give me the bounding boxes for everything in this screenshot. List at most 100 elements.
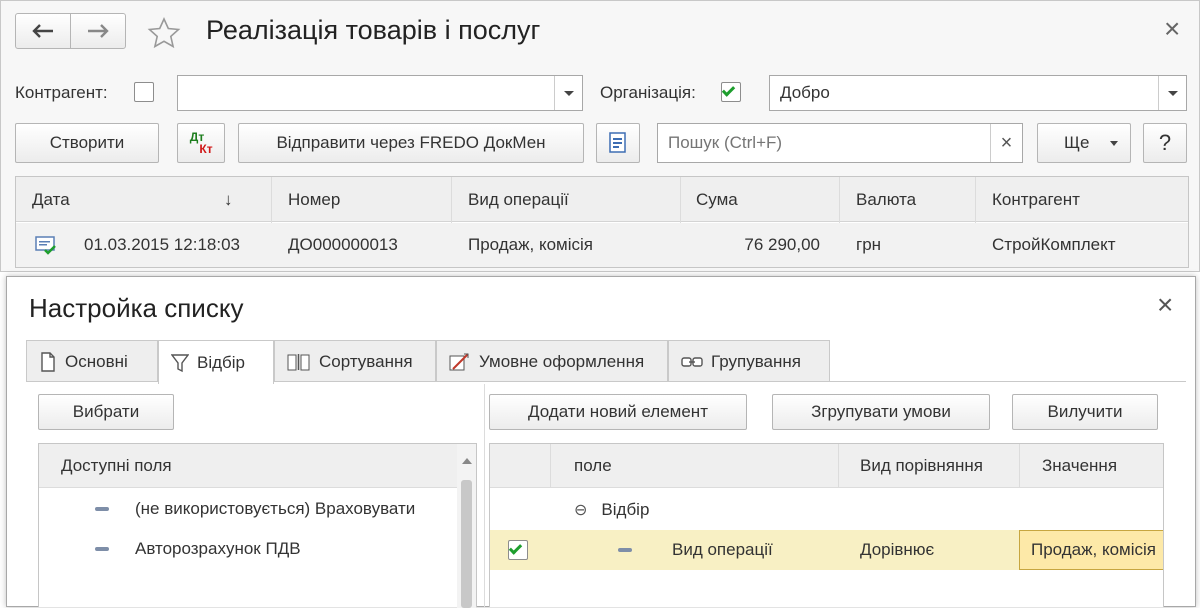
row-date: 01.03.2015 12:18:03 xyxy=(84,235,240,254)
help-button[interactable]: ? xyxy=(1143,123,1187,163)
organization-checkbox[interactable] xyxy=(721,82,741,102)
scroll-up-icon[interactable] xyxy=(462,458,472,464)
brush-icon xyxy=(449,352,469,370)
available-fields-title: Доступні поля xyxy=(61,456,172,475)
pane-splitter[interactable] xyxy=(484,384,485,607)
filter-group-row[interactable]: ⊖ Відбір xyxy=(574,490,649,530)
add-element-button[interactable]: Додати новий елемент xyxy=(489,394,747,430)
table-header: Дата ↓ Номер Вид операції Сума Валюта Ко… xyxy=(16,177,1188,222)
chevron-down-icon xyxy=(1110,141,1118,146)
condition-comparison[interactable]: Дорівнює xyxy=(860,530,934,570)
tab-sort[interactable]: Сортування xyxy=(274,340,436,382)
row-counterparty: СтройКомплект xyxy=(992,235,1116,254)
list-item[interactable]: Авторозрахунок ПДВ xyxy=(95,532,301,566)
condition-value[interactable]: Продаж, комісія xyxy=(1019,530,1163,570)
list-item[interactable]: (не використовується) Враховувати xyxy=(95,492,415,526)
column-header-number[interactable]: Номер xyxy=(288,177,340,222)
column-divider xyxy=(1019,444,1020,488)
column-header-value[interactable]: Значення xyxy=(1042,444,1117,488)
dialog-close-icon[interactable]: × xyxy=(1157,289,1173,321)
send-fredo-button[interactable]: Відправити через FREDO ДокМен xyxy=(238,123,584,163)
row-currency: грн xyxy=(856,235,882,254)
group-conditions-button[interactable]: Згрупувати умови xyxy=(772,394,990,430)
report-icon xyxy=(609,132,626,153)
chevron-down-icon[interactable] xyxy=(554,76,582,110)
report-button[interactable] xyxy=(596,123,640,163)
condition-checkbox[interactable] xyxy=(508,540,528,560)
collapse-icon[interactable]: ⊖ xyxy=(574,500,587,520)
window-close-icon[interactable]: × xyxy=(1164,13,1180,45)
organization-value: Добро xyxy=(780,83,830,102)
column-header-comparison[interactable]: Вид порівняння xyxy=(860,444,983,488)
available-field-label: (не використовується) Враховувати xyxy=(135,499,416,518)
group-icon xyxy=(681,356,703,367)
counterparty-checkbox[interactable] xyxy=(134,82,154,102)
create-button[interactable]: Створити xyxy=(15,123,159,163)
column-header-counterparty[interactable]: Контрагент xyxy=(992,177,1080,222)
scrollbar[interactable] xyxy=(457,444,476,608)
posted-document-icon xyxy=(35,236,56,255)
column-divider xyxy=(838,444,839,488)
available-field-label: Авторозрахунок ПДВ xyxy=(135,539,301,558)
row-operation: Продаж, комісія xyxy=(468,235,593,254)
organization-field[interactable]: Добро xyxy=(769,75,1187,111)
arrow-left-icon xyxy=(32,24,53,38)
tab-filter[interactable]: Відбір xyxy=(158,340,274,384)
tab-conditional-format-label: Умовне оформлення xyxy=(479,351,645,371)
filter-table-header: поле Вид порівняння Значення xyxy=(490,444,1163,488)
tab-filter-label: Відбір xyxy=(197,352,246,372)
main-window: Реалізація товарів і послуг × Контрагент… xyxy=(0,0,1200,272)
filter-conditions-table: поле Вид порівняння Значення ⊖ Відбір Ви… xyxy=(489,443,1164,607)
table-row[interactable]: 01.03.2015 12:18:03 ДО000000013 Продаж, … xyxy=(16,223,1188,267)
kt-label: Кт xyxy=(199,142,213,156)
condition-field: Вид операції xyxy=(618,530,773,570)
tab-basic-label: Основні xyxy=(65,351,128,371)
row-number: ДО000000013 xyxy=(288,235,398,254)
sort-down-icon: ↓ xyxy=(224,189,233,209)
tab-sort-label: Сортування xyxy=(319,351,413,371)
filter-condition-row[interactable]: Вид операції Дорівнює Продаж, комісія xyxy=(490,530,1163,570)
dt-kt-button[interactable]: Дт Кт xyxy=(177,123,225,163)
filter-group-label: Відбір xyxy=(601,500,650,519)
column-header-sum[interactable]: Сума xyxy=(696,177,738,222)
field-icon xyxy=(95,547,109,551)
field-icon xyxy=(95,507,109,511)
tab-basic[interactable]: Основні xyxy=(26,340,158,382)
column-header-field[interactable]: поле xyxy=(574,444,612,488)
counterparty-field[interactable] xyxy=(177,75,583,111)
filter-icon xyxy=(171,353,189,372)
counterparty-label: Контрагент: xyxy=(15,83,108,102)
checkmark-icon xyxy=(508,541,523,555)
column-header-operation[interactable]: Вид операції xyxy=(468,177,569,222)
more-label: Ще xyxy=(1064,133,1090,152)
favorite-star-icon[interactable] xyxy=(147,17,181,49)
organization-label: Організація: xyxy=(600,83,696,102)
condition-field-label: Вид операції xyxy=(672,540,773,559)
column-divider xyxy=(550,444,551,488)
select-button[interactable]: Вибрати xyxy=(38,394,174,430)
remove-button[interactable]: Вилучити xyxy=(1012,394,1158,430)
field-icon xyxy=(618,548,632,552)
more-button[interactable]: Ще xyxy=(1037,123,1131,163)
tab-conditional-format[interactable]: Умовне оформлення xyxy=(436,340,668,382)
row-sum: 76 290,00 xyxy=(744,235,820,254)
column-header-date[interactable]: Дата xyxy=(32,177,70,222)
search-clear-icon[interactable]: × xyxy=(990,124,1022,162)
dialog-title: Настройка списку xyxy=(29,293,244,323)
chevron-down-icon[interactable] xyxy=(1158,76,1186,110)
search-field[interactable]: × xyxy=(657,123,1023,163)
search-input[interactable] xyxy=(668,133,988,153)
available-fields-list: Доступні поля (не використовується) Врах… xyxy=(38,443,477,608)
forward-button[interactable] xyxy=(70,13,126,49)
documents-table: Дата ↓ Номер Вид операції Сума Валюта Ко… xyxy=(15,176,1189,268)
sort-icon xyxy=(287,353,310,370)
window-title: Реалізація товарів і послуг xyxy=(206,15,541,45)
tab-grouping[interactable]: Групування xyxy=(668,340,830,382)
checkmark-icon xyxy=(721,83,736,97)
back-button[interactable] xyxy=(15,13,71,49)
tab-grouping-label: Групування xyxy=(711,351,801,371)
column-header-currency[interactable]: Валюта xyxy=(856,177,916,222)
document-icon xyxy=(41,351,55,372)
scrollbar-thumb[interactable] xyxy=(461,480,472,608)
arrow-right-icon xyxy=(88,24,109,38)
